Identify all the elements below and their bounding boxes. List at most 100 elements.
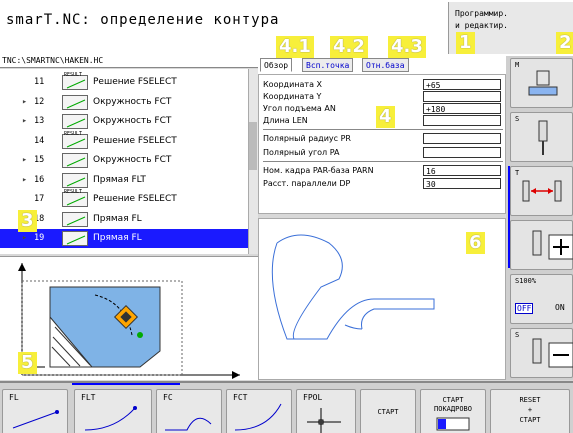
tree-row[interactable]: 18 Прямая FL <box>0 210 248 229</box>
start-step-button[interactable]: СТАРТ ПОКАДРОВО <box>420 389 486 433</box>
fl-icon <box>12 410 59 429</box>
start-button[interactable]: СТАРТ <box>360 389 416 433</box>
block-number: 15 <box>34 155 45 165</box>
form-row-y: Координата Y <box>263 91 503 102</box>
block-description: Прямая FL <box>93 213 142 224</box>
field-parn[interactable]: 16 <box>423 165 501 176</box>
field-dp[interactable]: 30 <box>423 178 501 189</box>
form-row-dp: Расст. параллели DP 30 <box>263 178 503 189</box>
tree-scroll-thumb[interactable] <box>249 122 257 170</box>
tree-row[interactable]: ▸ 16 Прямая FLT <box>0 171 248 190</box>
machine-icon <box>528 70 558 96</box>
block-description: Решение FSELECT <box>93 77 177 87</box>
fct-button[interactable]: FCT <box>226 389 292 433</box>
block-description: Прямая FL <box>93 233 142 243</box>
fl-button[interactable]: FL <box>2 389 68 433</box>
spindle-button[interactable]: S <box>510 112 573 162</box>
block-number: 13 <box>34 116 45 126</box>
field-pa[interactable] <box>423 147 501 158</box>
callout-badge-3: 3 <box>18 210 37 232</box>
mode-line-2: и редактир. <box>455 21 508 30</box>
fpol-icon <box>307 408 341 433</box>
block-number: 16 <box>34 174 45 185</box>
block-number: 11 <box>34 77 45 87</box>
tree-row[interactable]: 11 RESULT Решение FSELECT <box>0 72 248 92</box>
m-function-button[interactable]: M <box>510 58 573 108</box>
fc-icon <box>165 417 212 431</box>
expand-arrow-icon[interactable]: ▸ <box>22 171 27 190</box>
minus-icon <box>532 338 573 368</box>
tab-overview[interactable]: Обзор <box>260 58 293 72</box>
reset-start-button[interactable]: RESET + СТАРТ <box>490 389 570 433</box>
softkey-bar: FL FLT FC FCT FPOL СТАРТ СТАРТ ПОКАДРОВО… <box>0 381 573 433</box>
form-label-dp: Расст. параллели DP <box>263 179 351 188</box>
active-indicator <box>508 166 510 268</box>
tree-row[interactable]: ▸ 12 Окружность FCT <box>0 93 248 112</box>
spindle-plus-button[interactable] <box>510 220 573 270</box>
block-description: Окружность FCT <box>93 96 172 107</box>
block-number: 17 <box>34 194 45 204</box>
block-number: 14 <box>34 135 45 146</box>
s100-label: S100% <box>515 277 537 285</box>
field-len[interactable] <box>423 115 501 126</box>
flt-button[interactable]: FLT <box>74 389 152 433</box>
block-number: 19 <box>34 233 45 243</box>
parameter-form: Координата X +65 Координата Y Угол подъе… <box>258 74 506 214</box>
tree-row[interactable]: 14 RESULT Решение FSELECT <box>0 131 248 151</box>
element-type-icon <box>62 231 88 246</box>
form-row-x: Координата X +65 <box>263 79 503 90</box>
expand-arrow-icon[interactable]: ▸ <box>22 112 27 131</box>
element-type-icon: RESULT <box>62 131 88 149</box>
tree-row[interactable]: ▸ 15 Окружность FCT <box>0 151 248 170</box>
contour-tree[interactable]: 11 RESULT Решение FSELECT ▸ 12 Окружность FCT… <box>0 69 258 254</box>
callout-badge-4-2: 4.2 <box>330 36 368 58</box>
field-y[interactable] <box>423 91 501 102</box>
field-pr[interactable] <box>423 133 501 144</box>
start-label: СТАРТ <box>377 408 399 416</box>
tool-change-icon <box>522 180 562 202</box>
callout-badge-1: 1 <box>456 32 475 54</box>
element-type-icon <box>62 153 88 168</box>
tree-row[interactable]: ▸ 19 Прямая FL <box>0 229 248 248</box>
form-row-pa: Полярный угол PA <box>263 147 503 158</box>
tree-row[interactable]: 17 RESULT Решение FSELECT <box>0 189 248 209</box>
form-tabs: Обзор Всп.точка Отн.база <box>258 56 506 74</box>
file-path: TNC:\SMARTNC\HAKEN.HC <box>0 56 258 68</box>
block-number: 18 <box>34 213 45 224</box>
element-type-icon: RESULT <box>62 72 88 90</box>
form-label-pa: Полярный угол PA <box>263 148 340 157</box>
spindle-minus-button[interactable]: S <box>510 328 573 378</box>
tool-preview <box>0 256 258 380</box>
mode-line-1: Программир. <box>455 9 508 18</box>
callout-badge-4-3: 4.3 <box>388 36 426 58</box>
fpol-button[interactable]: FPOL <box>296 389 356 433</box>
expand-arrow-icon[interactable]: ▸ <box>22 151 27 170</box>
block-number: 12 <box>34 96 45 107</box>
off-label: OFF <box>515 303 534 314</box>
form-row-pr: Полярный радиус PR <box>263 133 503 144</box>
tool-preview-graphic <box>18 263 240 379</box>
form-row-parn: Ном. кадра PAR-база PARN 16 <box>263 165 503 176</box>
on-label: ON <box>555 303 565 312</box>
reset-label-2: + <box>527 406 533 414</box>
form-label-y: Координата Y <box>263 92 322 101</box>
tree-row[interactable]: ▸ 13 Окружность FCT <box>0 112 248 131</box>
spindle-override-button[interactable]: S100% OFF ON <box>510 274 573 324</box>
block-description: Прямая FLT <box>93 174 146 185</box>
callout-badge-4-1: 4.1 <box>276 36 314 58</box>
block-description: Решение FSELECT <box>93 135 177 146</box>
callout-badge-5: 5 <box>18 352 37 374</box>
field-x[interactable]: +65 <box>423 79 501 90</box>
element-type-icon <box>62 94 88 110</box>
fc-button[interactable]: FC <box>156 389 222 433</box>
spindle-icon <box>538 120 548 155</box>
tool-button[interactable]: T <box>510 166 573 216</box>
element-type-icon: RESULT <box>62 189 88 207</box>
field-an[interactable]: +180 <box>423 103 501 114</box>
block-description: Решение FSELECT <box>93 194 177 204</box>
form-label-x: Координата X <box>263 80 322 89</box>
fct-icon <box>234 403 282 431</box>
tab-aux-point[interactable]: Всп.точка <box>302 58 354 72</box>
tab-relative-ref[interactable]: Отн.база <box>362 58 409 72</box>
expand-arrow-icon[interactable]: ▸ <box>22 93 27 112</box>
